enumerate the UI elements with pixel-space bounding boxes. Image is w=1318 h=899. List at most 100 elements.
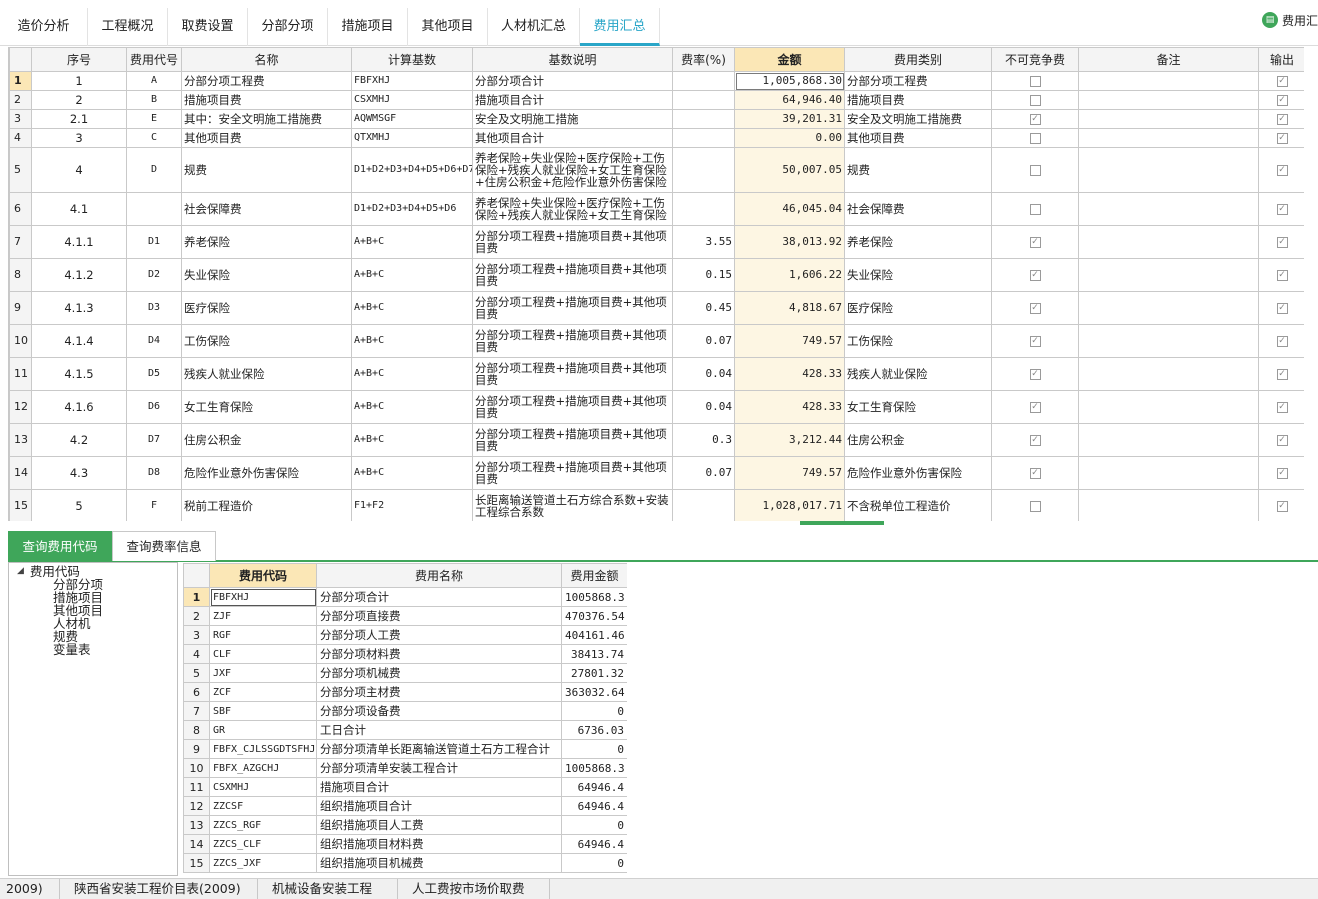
seq-cell[interactable]: 5: [31, 489, 127, 521]
base-cell[interactable]: A+B+C: [351, 225, 473, 259]
base-desc-cell[interactable]: 分部分项工程费+措施项目费+其他项目费: [472, 357, 673, 391]
rate-cell[interactable]: 0.07: [672, 456, 735, 490]
remark-cell[interactable]: [1078, 128, 1259, 148]
tab-query-fee-code[interactable]: 查询费用代码: [8, 531, 112, 561]
fee-name-cell[interactable]: 分部分项直接费: [316, 606, 562, 626]
fee-row[interactable]: 10 4.1.4 D4 工伤保险 A+B+C 分部分项工程费+措施项目费+其他项目费 0.0…: [9, 324, 1304, 358]
rate-cell[interactable]: 0.45: [672, 291, 735, 325]
tab-project-overview[interactable]: 工程概况: [88, 8, 168, 46]
row-number[interactable]: 14: [9, 456, 32, 490]
base-desc-cell[interactable]: 分部分项工程费+措施项目费+其他项目费: [472, 258, 673, 292]
output-checkbox[interactable]: ✓: [1276, 369, 1288, 380]
base-cell[interactable]: A+B+C: [351, 423, 473, 457]
fee-amount-cell[interactable]: 6736.03: [561, 720, 627, 740]
rate-cell[interactable]: 0.15: [672, 258, 735, 292]
row-number[interactable]: 15: [9, 489, 32, 521]
output-checkbox[interactable]: ✓: [1276, 76, 1288, 87]
col-header-noncompetitive[interactable]: 不可竞争费: [991, 47, 1079, 72]
amount-cell[interactable]: 39,201.31: [734, 109, 845, 129]
base-desc-cell[interactable]: 措施项目合计: [472, 90, 673, 110]
base-desc-cell[interactable]: 安全及文明施工措施: [472, 109, 673, 129]
fee-amount-cell[interactable]: 27801.32: [561, 663, 627, 683]
fee-code-cell[interactable]: ZZCSF: [209, 796, 317, 816]
fee-row[interactable]: 8 4.1.2 D2 失业保险 A+B+C 分部分项工程费+措施项目费+其他项目费 0.15…: [9, 258, 1304, 292]
row-number[interactable]: 5: [9, 147, 32, 193]
noncompetitive-checkbox[interactable]: [1029, 204, 1041, 215]
noncompetitive-cell[interactable]: [991, 147, 1079, 193]
seq-cell[interactable]: 4.2: [31, 423, 127, 457]
base-desc-cell[interactable]: 分部分项工程费+措施项目费+其他项目费: [472, 225, 673, 259]
base-desc-cell[interactable]: 分部分项合计: [472, 71, 673, 91]
base-cell[interactable]: A+B+C: [351, 258, 473, 292]
tab-query-fee-rate[interactable]: 查询费率信息: [112, 531, 216, 561]
output-cell[interactable]: ✓: [1258, 324, 1304, 358]
fee-amount-cell[interactable]: 0: [561, 701, 627, 721]
rate-cell[interactable]: 0.04: [672, 357, 735, 391]
remark-cell[interactable]: [1078, 390, 1259, 424]
noncompetitive-checkbox[interactable]: ✓: [1029, 114, 1041, 125]
amount-cell[interactable]: 1,606.22: [734, 258, 845, 292]
category-cell[interactable]: 其他项目费: [844, 128, 992, 148]
output-checkbox[interactable]: ✓: [1276, 435, 1288, 446]
name-cell[interactable]: 残疾人就业保险: [181, 357, 352, 391]
col-header-seq[interactable]: 序号: [31, 47, 127, 72]
base-desc-cell[interactable]: 分部分项工程费+措施项目费+其他项目费: [472, 291, 673, 325]
remark-cell[interactable]: [1078, 291, 1259, 325]
collapse-arrow-icon[interactable]: ◢: [17, 565, 24, 578]
base-desc-cell[interactable]: 长距离输送管道土石方综合系数+安装工程综合系数: [472, 489, 673, 521]
base-cell[interactable]: A+B+C: [351, 324, 473, 358]
remark-cell[interactable]: [1078, 456, 1259, 490]
fee-amount-cell[interactable]: 470376.54: [561, 606, 627, 626]
noncompetitive-cell[interactable]: ✓: [991, 357, 1079, 391]
base-desc-cell[interactable]: 养老保险+失业保险+医疗保险+工伤保险+残疾人就业保险+女工生育保险: [472, 192, 673, 226]
code-row[interactable]: 7 SBF 分部分项设备费 0: [183, 701, 627, 721]
output-cell[interactable]: ✓: [1258, 357, 1304, 391]
col-header-amount[interactable]: 金额: [734, 47, 845, 72]
rate-cell[interactable]: 0.04: [672, 390, 735, 424]
fee-side-button[interactable]: ▤ 费用汇: [1261, 8, 1318, 32]
tree-item[interactable]: 变量表: [53, 643, 103, 656]
code-cell[interactable]: D2: [126, 258, 182, 292]
fee-row[interactable]: 13 4.2 D7 住房公积金 A+B+C 分部分项工程费+措施项目费+其他项目费 0.3 3…: [9, 423, 1304, 457]
code-row[interactable]: 3 RGF 分部分项人工费 404161.46: [183, 625, 627, 645]
category-cell[interactable]: 安全及文明施工措施费: [844, 109, 992, 129]
seq-cell[interactable]: 1: [31, 71, 127, 91]
fee-code-cell[interactable]: ZZCS_RGF: [209, 815, 317, 835]
rate-cell[interactable]: 3.55: [672, 225, 735, 259]
category-cell[interactable]: 住房公积金: [844, 423, 992, 457]
name-cell[interactable]: 其中：安全文明施工措施费: [181, 109, 352, 129]
col-header-rate[interactable]: 费率(%): [672, 47, 735, 72]
code-row-number[interactable]: 7: [183, 701, 210, 721]
rate-cell[interactable]: [672, 489, 735, 521]
seq-cell[interactable]: 2.1: [31, 109, 127, 129]
fee-name-cell[interactable]: 组织措施项目机械费: [316, 853, 562, 873]
fee-row[interactable]: 6 4.1 社会保障费 D1+D2+D3+D4+D5+D6 养老保险+失业保险+医疗保险…: [9, 192, 1304, 226]
code-cell[interactable]: D7: [126, 423, 182, 457]
fee-name-cell[interactable]: 分部分项材料费: [316, 644, 562, 664]
fee-amount-cell[interactable]: 0: [561, 815, 627, 835]
code-cell[interactable]: D8: [126, 456, 182, 490]
fee-code-cell[interactable]: JXF: [209, 663, 317, 683]
base-cell[interactable]: QTXMHJ: [351, 128, 473, 148]
row-number[interactable]: 9: [9, 291, 32, 325]
fee-amount-cell[interactable]: 64946.4: [561, 777, 627, 797]
tab-other-items[interactable]: 其他项目: [408, 8, 488, 46]
code-cell[interactable]: F: [126, 489, 182, 521]
row-number[interactable]: 7: [9, 225, 32, 259]
row-number[interactable]: 6: [9, 192, 32, 226]
noncompetitive-checkbox[interactable]: ✓: [1029, 336, 1041, 347]
fee-row[interactable]: 9 4.1.3 D3 医疗保险 A+B+C 分部分项工程费+措施项目费+其他项目费 0.45…: [9, 291, 1304, 325]
remark-cell[interactable]: [1078, 109, 1259, 129]
rate-cell[interactable]: 0.07: [672, 324, 735, 358]
output-cell[interactable]: ✓: [1258, 258, 1304, 292]
category-cell[interactable]: 不含税单位工程造价: [844, 489, 992, 521]
noncompetitive-checkbox[interactable]: [1029, 501, 1041, 512]
output-cell[interactable]: ✓: [1258, 456, 1304, 490]
base-desc-cell[interactable]: 分部分项工程费+措施项目费+其他项目费: [472, 390, 673, 424]
name-cell[interactable]: 医疗保险: [181, 291, 352, 325]
seq-cell[interactable]: 4.1.5: [31, 357, 127, 391]
noncompetitive-checkbox[interactable]: ✓: [1029, 435, 1041, 446]
fee-amount-cell[interactable]: 1005868.3: [561, 587, 627, 607]
output-checkbox[interactable]: ✓: [1276, 237, 1288, 248]
noncompetitive-cell[interactable]: ✓: [991, 258, 1079, 292]
